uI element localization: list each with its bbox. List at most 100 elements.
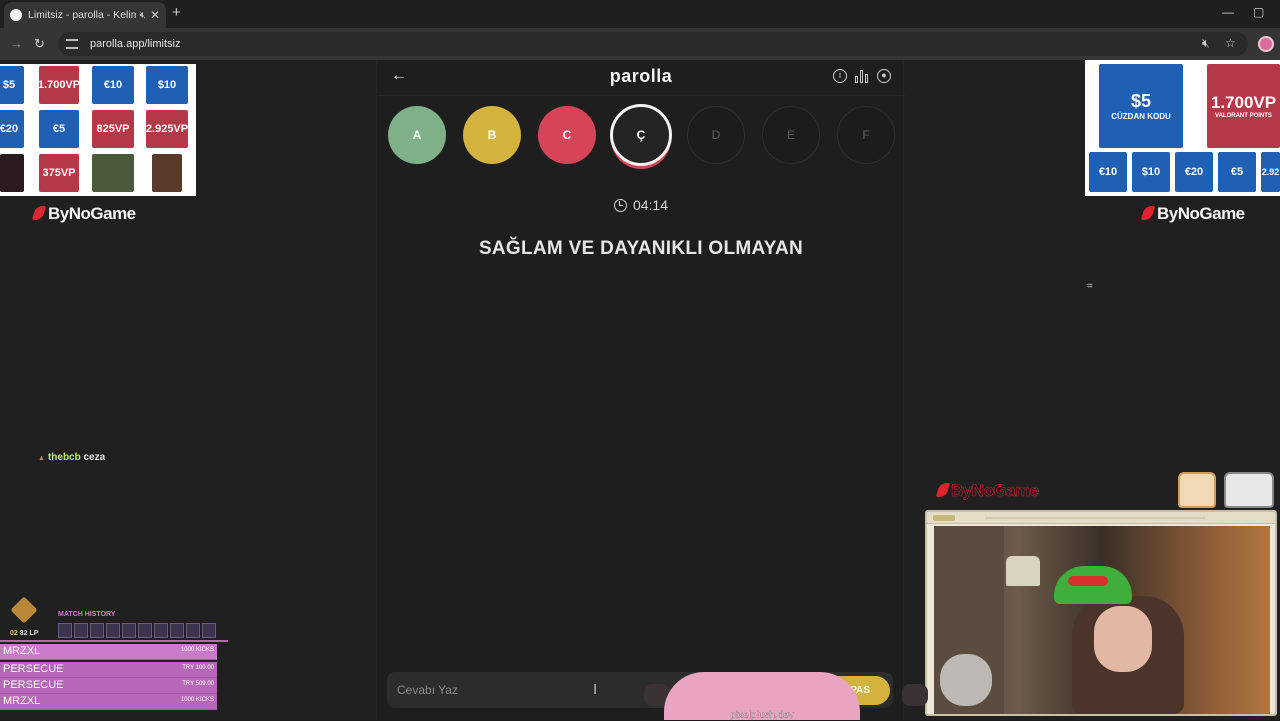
minimize-button[interactable]: — [1222, 5, 1234, 19]
champion-icon [90, 623, 104, 638]
champion-icon [186, 623, 200, 638]
question-text: SAĞLAM VE DAYANIKLI OLMAYAN [478, 238, 804, 259]
ad-card: $5 [0, 66, 24, 104]
profile-avatar[interactable] [1258, 36, 1274, 52]
new-tab-button[interactable]: + [172, 4, 181, 21]
lamp-icon [1006, 556, 1040, 586]
ad-card: €5 [1218, 152, 1256, 192]
ad-card: €10 [1089, 152, 1127, 192]
chat-message: ▲ thebcb ceza [38, 452, 105, 463]
muted-icon[interactable]: 🔇︎ [140, 10, 146, 21]
divider [0, 640, 228, 642]
ad-card: 375VP [39, 154, 79, 192]
history-row: MRZXL 1000 KICKS [0, 644, 217, 660]
bynogame-overlay-logo: ByNoGame [935, 481, 1039, 501]
letter-d: D [687, 106, 745, 164]
ad-card: €5 [39, 110, 79, 148]
tab-title: Limitsiz - parolla - Kelime o [28, 9, 136, 21]
pixelplush-overlay: pixelplush.dev [664, 672, 860, 721]
bynogame-mark-icon [935, 483, 951, 497]
app-header: ← parolla i ● [377, 60, 905, 96]
ad-card: 1.700VP [38, 66, 80, 104]
chat-badge-icon: ▲ [38, 455, 45, 462]
cat-photo [940, 654, 992, 706]
ad-card: 2.92 [1261, 152, 1280, 192]
letter-wheel: A B C Ç D E F [387, 104, 897, 166]
ad-card [152, 154, 182, 192]
pixel-cats-decoration [1176, 464, 1276, 508]
champion-icon [74, 623, 88, 638]
letter-a: A [388, 106, 446, 164]
ad-card: 2.925VP [146, 110, 188, 148]
profile-icon[interactable]: ● [877, 69, 891, 83]
info-icon[interactable]: i [833, 69, 847, 83]
forward-arrow-icon[interactable]: → [10, 36, 23, 51]
champion-icon [106, 623, 120, 638]
history-row: PERSECUE TRY 509.00 [0, 678, 217, 694]
rank-emblem-icon [8, 598, 40, 626]
ad-card-steam-wallet: $5 CÜZDAN KODU [1099, 64, 1183, 148]
history-row: PERSECUE TRY 100.00 [0, 662, 217, 678]
letter-b: B [463, 106, 521, 164]
browser-tab-bar: Limitsiz - parolla - Kelime o 🔇︎ ✕ + — ▢ [0, 0, 1280, 28]
browser-toolbar: → ↻ parolla.app/limitsiz 🔇︎ ☆ [0, 28, 1280, 60]
pixelplush-watermark: pixelplush.dev [730, 710, 794, 721]
champion-icon [154, 623, 168, 638]
text-cursor-icon: I [593, 681, 598, 698]
webcam-title-bar [927, 512, 1275, 524]
bynogame-logo[interactable]: ByNoGame [1140, 204, 1245, 224]
url-text: parolla.app/limitsiz [90, 38, 181, 50]
ad-card: €20 [0, 110, 24, 148]
chat-text: ceza [83, 452, 106, 463]
countdown-timer: 04:14 [377, 197, 905, 213]
rank-lp: 02 82 LP [10, 630, 39, 637]
bookmark-star-icon[interactable]: ☆ [1225, 36, 1236, 50]
parolla-app: ← parolla i ● A B C Ç D E F 04:14 SAĞLAM… [376, 60, 905, 720]
page-content: $5 1.700VP €10 $10 €20 €5 825VP 2.925VP … [0, 60, 1280, 721]
orange-cat-icon [1178, 472, 1216, 508]
champion-icon [202, 623, 216, 638]
letter-f: F [837, 106, 895, 164]
champion-icon [122, 623, 136, 638]
ad-card [92, 154, 134, 192]
match-history-champions [58, 623, 220, 638]
champion-icon [58, 623, 72, 638]
champion-icon [170, 623, 184, 638]
frog-hat [1054, 566, 1132, 604]
ad-card-valorant: 1.700VP VALORANT POINTS [1207, 64, 1280, 148]
stats-icon[interactable] [855, 69, 869, 83]
letter-c: C [538, 106, 596, 164]
ad-card: €10 [92, 66, 134, 104]
menu-handle-icon: = [1087, 281, 1093, 292]
ad-card: $10 [146, 66, 188, 104]
ad-card: €20 [1175, 152, 1213, 192]
letter-c-cedilla-active: Ç [610, 104, 672, 166]
bynogame-mark-icon [31, 206, 47, 220]
webcam-feed [934, 526, 1270, 714]
browser-tab[interactable]: Limitsiz - parolla - Kelime o 🔇︎ ✕ [4, 2, 166, 28]
support-history: MRZXL 1000 KICKS PERSECUE TRY 100.00 PER… [0, 644, 217, 716]
letter-e: E [762, 106, 820, 164]
webcam-frame [925, 510, 1277, 716]
bynogame-mark-icon [1140, 206, 1156, 220]
ad-card [0, 154, 24, 192]
app-title: parolla [609, 66, 673, 86]
left-ad-banner[interactable]: $5 1.700VP €10 $10 €20 €5 825VP 2.925VP … [0, 64, 196, 196]
ad-card: $10 [1132, 152, 1170, 192]
close-tab-icon[interactable]: ✕ [150, 8, 160, 22]
parolla-favicon-icon [10, 9, 22, 21]
gray-cat-icon [1224, 472, 1274, 508]
ad-card: 825VP [92, 110, 134, 148]
champion-icon [138, 623, 152, 638]
site-settings-icon[interactable] [66, 39, 78, 49]
address-bar[interactable]: parolla.app/limitsiz [58, 32, 1248, 56]
history-row: MRZXL 1000 KICKS [0, 694, 217, 710]
match-history-title: MATCH HISTORY [58, 611, 116, 618]
reload-icon[interactable]: ↻ [34, 36, 45, 52]
bynogame-logo[interactable]: ByNoGame [31, 204, 136, 224]
chat-username: thebcb [47, 452, 81, 463]
clock-icon [613, 199, 627, 212]
maximize-button[interactable]: ▢ [1253, 5, 1264, 19]
muted-site-icon[interactable]: 🔇︎ [1202, 36, 1210, 51]
right-ad-banner[interactable]: $5 CÜZDAN KODU 1.700VP VALORANT POINTS €… [1085, 60, 1280, 196]
